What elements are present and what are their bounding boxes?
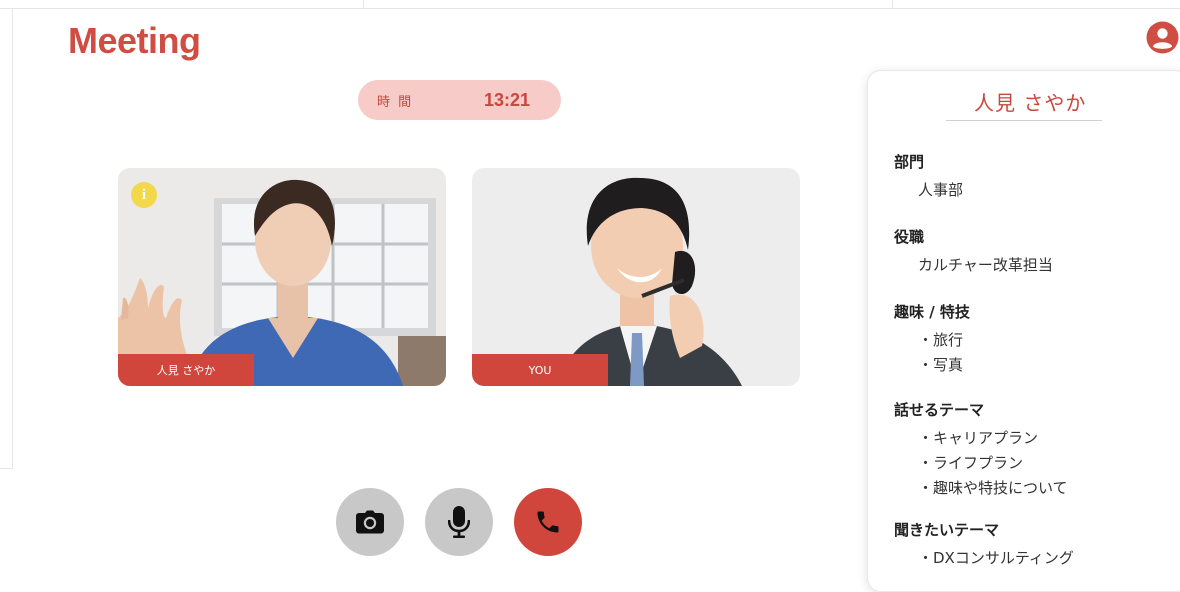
participant-nameplate: YOU	[472, 354, 608, 386]
section-item: カルチャー改革担当	[918, 256, 1053, 274]
hang-up-button[interactable]	[514, 488, 582, 556]
profile-name: 人見 さやか	[974, 91, 1087, 115]
section-item: ・DXコンサルティング	[918, 549, 1074, 567]
timer-value: 13:21	[484, 89, 531, 110]
section-heading: 趣味 / 特技	[894, 303, 970, 321]
timer-label: 時 間	[377, 94, 414, 110]
section-item: ・ライフプラン	[918, 454, 1024, 472]
profile-section-department: 部門 人事部	[894, 151, 963, 203]
frame-line	[0, 468, 13, 469]
user-circle-icon[interactable]	[1146, 21, 1179, 54]
participant-nameplate: 人見 さやか	[118, 354, 254, 386]
profile-section-position: 役職 カルチャー改革担当	[894, 226, 1053, 278]
section-item: ・写真	[918, 356, 964, 374]
frame-line	[12, 9, 13, 469]
camera-button[interactable]	[336, 488, 404, 556]
profile-divider	[946, 120, 1102, 121]
section-heading: 役職	[894, 228, 925, 246]
section-heading: 話せるテーマ	[894, 401, 985, 419]
frame-line	[0, 8, 1180, 9]
video-tile-remote[interactable]: i 人見 さやか	[118, 168, 446, 386]
page-title: Meeting	[68, 20, 201, 61]
microphone-icon	[448, 506, 470, 538]
meeting-timer: 時 間 13:21	[358, 80, 561, 120]
profile-section-wanted-topics: 聞きたいテーマ ・DXコンサルティング	[894, 519, 1074, 571]
profile-panel: 人見 さやか 部門 人事部 役職 カルチャー改革担当 趣味 / 特技 ・旅行 ・…	[867, 70, 1180, 592]
section-item: ・旅行	[918, 331, 964, 349]
video-tile-self[interactable]: YOU	[472, 168, 800, 386]
frame-line	[363, 0, 364, 9]
profile-section-hobbies: 趣味 / 特技 ・旅行 ・写真	[894, 301, 970, 378]
section-heading: 部門	[894, 153, 925, 171]
profile-section-talk-topics: 話せるテーマ ・キャリアプラン ・ライフプラン ・趣味や特技について	[894, 399, 1068, 501]
section-item: ・キャリアプラン	[918, 429, 1039, 447]
phone-hangup-icon	[537, 511, 559, 533]
section-item: 人事部	[918, 181, 964, 199]
frame-line	[892, 0, 893, 9]
camera-icon	[356, 510, 384, 534]
section-item: ・趣味や特技について	[918, 479, 1068, 497]
info-icon[interactable]: i	[131, 182, 157, 208]
section-heading: 聞きたいテーマ	[894, 521, 1000, 539]
microphone-button[interactable]	[425, 488, 493, 556]
